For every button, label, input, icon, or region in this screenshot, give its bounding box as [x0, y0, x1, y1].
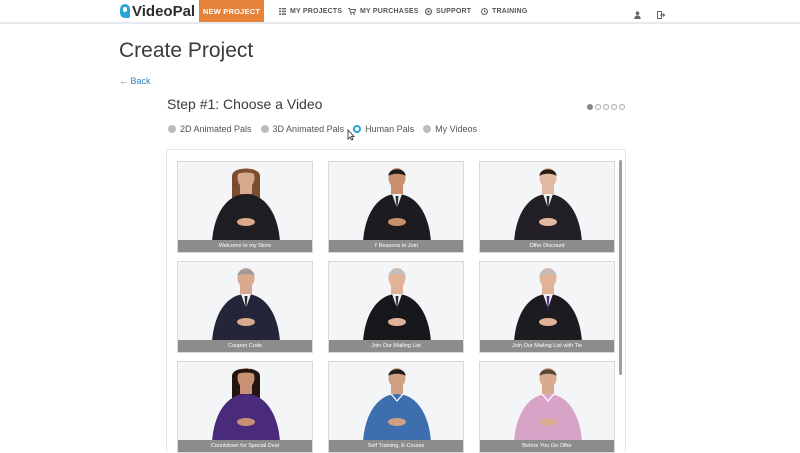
presenter-thumbnail: [514, 168, 582, 242]
radio-label: 2D Animated Pals: [180, 124, 252, 134]
nav-my-projects[interactable]: MY PROJECTS: [279, 5, 342, 17]
step-dot: [611, 104, 617, 110]
radio-button[interactable]: [168, 125, 176, 133]
logo-icon: [120, 4, 130, 18]
video-caption: Welcome to my Store: [178, 240, 312, 252]
radio-human-pals[interactable]: Human Pals: [353, 124, 414, 134]
step-dot: [587, 104, 593, 110]
radio-button[interactable]: [260, 125, 269, 133]
radio-button[interactable]: [423, 125, 432, 133]
video-caption: Join Our Mailing List: [329, 340, 463, 352]
presenter-thumbnail: [212, 368, 280, 442]
video-tile[interactable]: Join Our Mailing List with Tie: [479, 261, 615, 353]
video-caption: Before You Go Offer: [480, 440, 614, 452]
nav-label: TRAINING: [492, 7, 528, 15]
logo-text: VideoPal: [132, 2, 196, 20]
videopal-logo[interactable]: VideoPal: [120, 2, 195, 20]
video-tile[interactable]: Coupon Code: [177, 261, 313, 353]
step-dot: [595, 104, 601, 110]
presenter-thumbnail: [363, 268, 431, 342]
radio-label: My Videos: [435, 124, 477, 134]
life-ring-icon: [425, 7, 432, 15]
video-caption: Coupon Code: [178, 340, 312, 352]
video-tile[interactable]: Welcome to my Store: [177, 161, 313, 253]
video-tile[interactable]: Offer Discount: [479, 161, 615, 253]
clock-icon: [481, 7, 488, 15]
presenter-thumbnail: [363, 168, 431, 242]
video-caption: Offer Discount: [480, 240, 614, 252]
radio-2d-animated-pals[interactable]: 2D Animated Pals: [168, 124, 252, 134]
nav-label: SUPPORT: [436, 7, 472, 15]
nav-support[interactable]: SUPPORT: [425, 5, 471, 17]
radio-label: 3D Animated Pals: [272, 124, 345, 134]
presenter-thumbnail: [514, 368, 582, 442]
video-tile[interactable]: Join Our Mailing List: [328, 261, 464, 353]
mouse-pointer-icon: [347, 129, 355, 141]
step-dot: [603, 104, 609, 110]
video-caption: Self Training, E-Course: [329, 440, 463, 452]
nav-label: MY PROJECTS: [290, 7, 343, 15]
radio-my-videos[interactable]: My Videos: [423, 124, 477, 134]
new-project-button[interactable]: NEW PROJECT: [199, 0, 264, 22]
step-title: Step #1: Choose a Video: [167, 96, 323, 112]
presenter-thumbnail: [514, 268, 582, 342]
video-tile[interactable]: Before You Go Offer: [479, 361, 615, 453]
top-navbar: VideoPal NEW PROJECT MY PROJECTS MY PURC…: [0, 0, 800, 24]
back-link[interactable]: ← Back: [119, 76, 151, 86]
step-indicator: [587, 104, 625, 110]
video-tile[interactable]: Countdown for Special Deal: [177, 361, 313, 453]
video-caption: Countdown for Special Deal: [178, 440, 312, 452]
nav-my-purchases[interactable]: MY PURCHASES: [348, 5, 419, 17]
presenter-thumbnail: [212, 268, 280, 342]
nav-training[interactable]: TRAINING: [481, 5, 527, 17]
logout-icon[interactable]: [657, 6, 666, 24]
video-tile[interactable]: 7 Reasons to Join: [328, 161, 464, 253]
nav-label: MY PURCHASES: [360, 7, 419, 15]
step-dot: [619, 104, 625, 110]
cart-icon: [348, 7, 356, 15]
video-type-radio-group: 2D Animated Pals 3D Animated Pals Human …: [168, 124, 486, 134]
video-tile[interactable]: Self Training, E-Course: [328, 361, 464, 453]
radio-3d-animated-pals[interactable]: 3D Animated Pals: [260, 124, 345, 134]
radio-label: Human Pals: [365, 124, 415, 134]
scrollbar[interactable]: [619, 160, 622, 375]
video-caption: 7 Reasons to Join: [329, 240, 463, 252]
user-icon[interactable]: [634, 6, 641, 24]
list-icon: [279, 7, 286, 15]
page-title: Create Project: [119, 39, 254, 62]
presenter-thumbnail: [363, 368, 431, 442]
presenter-thumbnail: [212, 168, 280, 242]
video-caption: Join Our Mailing List with Tie: [480, 340, 614, 352]
